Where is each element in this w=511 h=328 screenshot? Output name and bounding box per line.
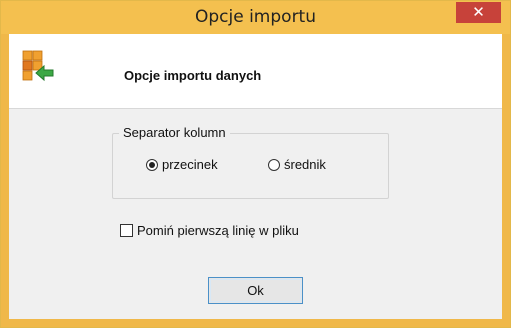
dialog-header: Opcje importu danych xyxy=(9,34,502,109)
radio-semicolon[interactable]: średnik xyxy=(268,157,326,172)
skip-first-line-box[interactable] xyxy=(120,224,133,237)
close-button[interactable]: ✕ xyxy=(456,2,501,23)
ok-button[interactable]: Ok xyxy=(208,277,303,304)
title-bar[interactable]: Opcje importu ✕ xyxy=(1,1,510,34)
window-title: Opcje importu xyxy=(194,7,316,27)
radio-comma[interactable]: przecinek xyxy=(146,157,218,172)
dialog-window: Opcje importu ✕ Opcje importu danych Sep… xyxy=(0,0,511,328)
skip-first-line-checkbox[interactable]: Pomiń pierwszą linię w pliku xyxy=(120,223,299,238)
dialog-body: Opcje importu danych Separator kolumn pr… xyxy=(9,34,502,319)
radio-comma-label: przecinek xyxy=(162,157,218,172)
separator-groupbox: Separator kolumn przecinek średnik xyxy=(112,125,389,199)
radio-comma-indicator[interactable] xyxy=(146,158,158,171)
separator-legend: Separator kolumn xyxy=(119,125,230,140)
header-title: Opcje importu danych xyxy=(124,68,262,83)
radio-semicolon-indicator[interactable] xyxy=(268,158,280,171)
skip-first-line-label: Pomiń pierwszą linię w pliku xyxy=(137,223,299,238)
close-icon: ✕ xyxy=(472,3,485,21)
radio-semicolon-label: średnik xyxy=(284,157,326,172)
import-table-icon xyxy=(22,50,54,82)
